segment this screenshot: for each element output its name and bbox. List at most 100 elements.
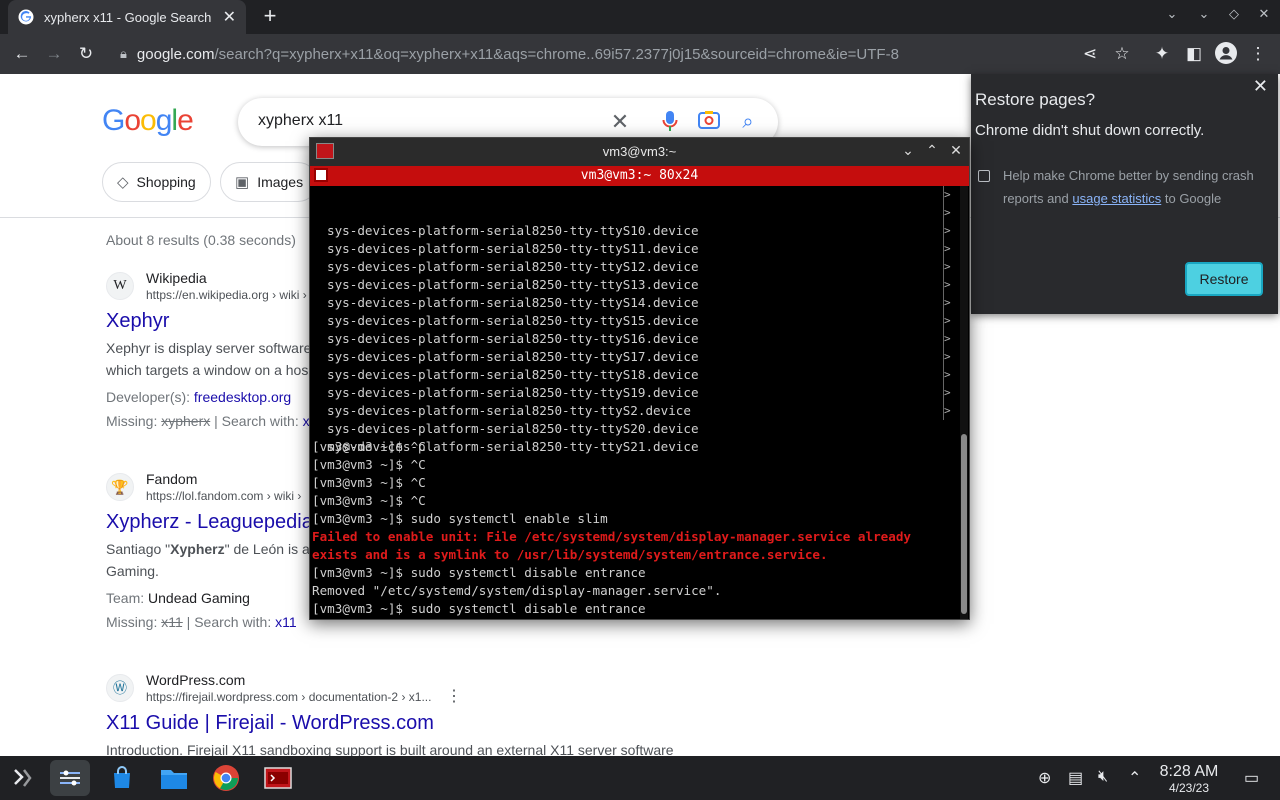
- browser-toolbar: ← → ↻ 🔒︎ google.com /search?q=xypherx+x1…: [0, 34, 1280, 74]
- result-kebab-icon[interactable]: ⋮: [446, 686, 462, 706]
- share-icon[interactable]: ⋖: [1078, 42, 1102, 66]
- chrome-icon[interactable]: [206, 760, 246, 796]
- browser-tab[interactable]: xypherx x11 - Google Search ✕: [8, 0, 246, 34]
- lock-icon: 🔒︎: [120, 46, 127, 61]
- minimize-chevron-icon[interactable]: ⌄: [898, 142, 918, 159]
- search-icon[interactable]: ⌕: [736, 110, 760, 134]
- taskbar: ⊕ ▤ 🔇︎ ⌃ 8:28 AM 4/23/23 ▭: [0, 756, 1280, 800]
- scroll-marker: >: [944, 368, 951, 381]
- camera-lens-icon[interactable]: [697, 110, 721, 134]
- close-icon[interactable]: ✕: [1253, 76, 1268, 97]
- url-domain: google.com: [136, 45, 215, 63]
- terminal-error-line: Failed to enable unit: File /etc/systemd…: [312, 529, 911, 544]
- scroll-marker: >: [944, 314, 951, 327]
- scrollbar-thumb[interactable]: [961, 434, 967, 614]
- terminal-line: sys-devices-platform-serial8250-tty-ttyS…: [327, 349, 699, 364]
- scroll-marker: >: [944, 242, 951, 255]
- terminal-line: sys-devices-platform-serial8250-tty-ttyS…: [327, 403, 691, 418]
- maximize-chevron-icon[interactable]: ⌃: [922, 142, 942, 159]
- terminal-line: sys-devices-platform-serial8250-tty-ttyS…: [327, 313, 699, 328]
- terminal-line: [vm3@vm3 ~]$ sudo systemctl disable entr…: [312, 565, 646, 580]
- search-with-link[interactable]: x11: [275, 614, 297, 630]
- reload-icon[interactable]: ↻: [74, 42, 98, 66]
- scroll-marker: >: [944, 332, 951, 345]
- show-desktop-icon[interactable]: ▭: [1244, 768, 1259, 788]
- terminal-line: [vm3@vm3 ~]$ ^C: [312, 493, 426, 508]
- result-site-name: Wikipedia: [146, 270, 207, 286]
- chip-shopping[interactable]: ◇ Shopping: [102, 162, 211, 202]
- terminal-line: sys-devices-platform-serial8250-tty-ttyS…: [327, 277, 699, 292]
- device-list-panel: sys-devices-platform-serial8250-tty-ttyS…: [310, 186, 952, 454]
- microphone-icon[interactable]: [658, 110, 682, 134]
- tab-title: xypherx x11 - Google Search: [44, 9, 212, 25]
- profile-avatar-icon[interactable]: [1214, 42, 1238, 66]
- result-site-name: WordPress.com: [146, 672, 246, 688]
- volume-muted-icon[interactable]: 🔇︎: [1098, 768, 1108, 786]
- tag-icon: ◇: [117, 174, 129, 191]
- file-manager-folder-icon[interactable]: [154, 760, 194, 796]
- device-list-scroll-markers: > > > > > > > > > > > > >: [943, 186, 951, 420]
- terminal-titlebar[interactable]: vm3@vm3:~ ⌄ ⌃ ✕: [310, 138, 969, 166]
- terminal-line: sys-devices-platform-serial8250-tty-ttyS…: [327, 367, 699, 382]
- result-title-link[interactable]: X11 Guide | Firejail - WordPress.com: [106, 712, 706, 735]
- store-bag-icon[interactable]: [102, 760, 142, 796]
- restore-subtitle: Chrome didn't shut down correctly.: [975, 122, 1205, 139]
- tray-expand-chevron-icon[interactable]: ⌃: [1128, 768, 1141, 788]
- bookmark-star-icon[interactable]: ☆: [1110, 42, 1134, 66]
- restore-button[interactable]: Restore: [1185, 262, 1263, 296]
- scroll-marker: >: [944, 386, 951, 399]
- side-panel-icon[interactable]: ◧: [1182, 42, 1206, 66]
- terminal-scrollbar[interactable]: [960, 186, 968, 619]
- new-tab-button[interactable]: +: [258, 4, 282, 28]
- browser-tab-strip: xypherx x11 - Google Search ✕ + ⌄ ⌄ ◇ ✕: [0, 0, 1280, 34]
- developer-link[interactable]: freedesktop.org: [194, 389, 291, 405]
- result-url: https://lol.fandom.com › wiki ›: [146, 489, 302, 503]
- url-path: /search?q=xypherx+x11&oq=xypherx+x11&aqs…: [214, 45, 899, 63]
- tab-close-icon[interactable]: ✕: [223, 7, 236, 27]
- search-query[interactable]: xypherx x11: [258, 112, 343, 130]
- image-icon: ▣: [235, 174, 250, 191]
- close-icon[interactable]: ✕: [946, 142, 966, 159]
- back-arrow-icon[interactable]: ←: [10, 42, 34, 66]
- window-close-icon[interactable]: ✕: [1252, 6, 1276, 22]
- result-url: https://firejail.wordpress.com › documen…: [146, 690, 432, 704]
- google-logo[interactable]: Google: [102, 104, 194, 138]
- crash-report-label: Help make Chrome better by sending crash…: [1003, 168, 1254, 206]
- search-result: Ⓦ WordPress.com https://firejail.wordpre…: [106, 672, 706, 756]
- scroll-marker: >: [944, 296, 951, 309]
- result-url: https://en.wikipedia.org › wiki ›: [146, 288, 307, 302]
- terminal-line: sys-devices-platform-serial8250-tty-ttyS…: [327, 331, 699, 346]
- trophy-icon: 🏆: [106, 473, 134, 501]
- scroll-marker: >: [944, 188, 951, 201]
- terminal-output[interactable]: sys-devices-platform-serial8250-tty-ttyS…: [310, 186, 958, 619]
- window-diamond-icon[interactable]: ◇: [1222, 6, 1246, 22]
- usage-statistics-link[interactable]: usage statistics: [1072, 191, 1161, 206]
- clear-search-icon[interactable]: ✕: [608, 110, 632, 134]
- terminal-line: sys-devices-platform-serial8250-tty-ttyS…: [327, 223, 699, 238]
- terminal-line: [vm3@vm3 ~]$ ^C: [312, 475, 426, 490]
- tab-search-chevron-icon[interactable]: ⌄: [1160, 6, 1184, 22]
- scroll-marker: >: [944, 350, 951, 363]
- scroll-marker: >: [944, 404, 951, 417]
- google-favicon-icon: [18, 9, 34, 25]
- restore-pages-dialog: Restore pages? ✕ Chrome didn't shut down…: [971, 74, 1278, 314]
- restore-title: Restore pages?: [975, 90, 1096, 109]
- launcher-icon[interactable]: [2, 760, 42, 796]
- scroll-marker: >: [944, 278, 951, 291]
- forward-arrow-icon[interactable]: →: [42, 42, 66, 66]
- settings-sliders-icon[interactable]: [50, 760, 90, 796]
- extensions-puzzle-icon[interactable]: ✦: [1150, 42, 1174, 66]
- chip-images[interactable]: ▣ Images: [220, 162, 319, 202]
- terminal-title: vm3@vm3:~: [602, 144, 677, 159]
- terminal-app-icon[interactable]: [258, 760, 298, 796]
- chrome-menu-kebab-icon[interactable]: ⋮: [1246, 42, 1270, 66]
- crash-report-checkbox[interactable]: [978, 170, 990, 182]
- scroll-marker: >: [944, 224, 951, 237]
- result-snippet: Introduction. Firejail X11 sandboxing su…: [106, 742, 674, 756]
- system-clock[interactable]: 8:28 AM 4/23/23: [1156, 763, 1222, 795]
- update-icon[interactable]: ⊕: [1038, 768, 1051, 788]
- address-bar[interactable]: 🔒︎ google.com /search?q=xypherx+x11&oq=x…: [110, 38, 1070, 70]
- clipboard-icon[interactable]: ▤: [1068, 768, 1083, 788]
- terminal-tab-title: vm3@vm3:~ 80x24: [580, 168, 699, 183]
- minimize-chevron-icon[interactable]: ⌄: [1192, 6, 1216, 22]
